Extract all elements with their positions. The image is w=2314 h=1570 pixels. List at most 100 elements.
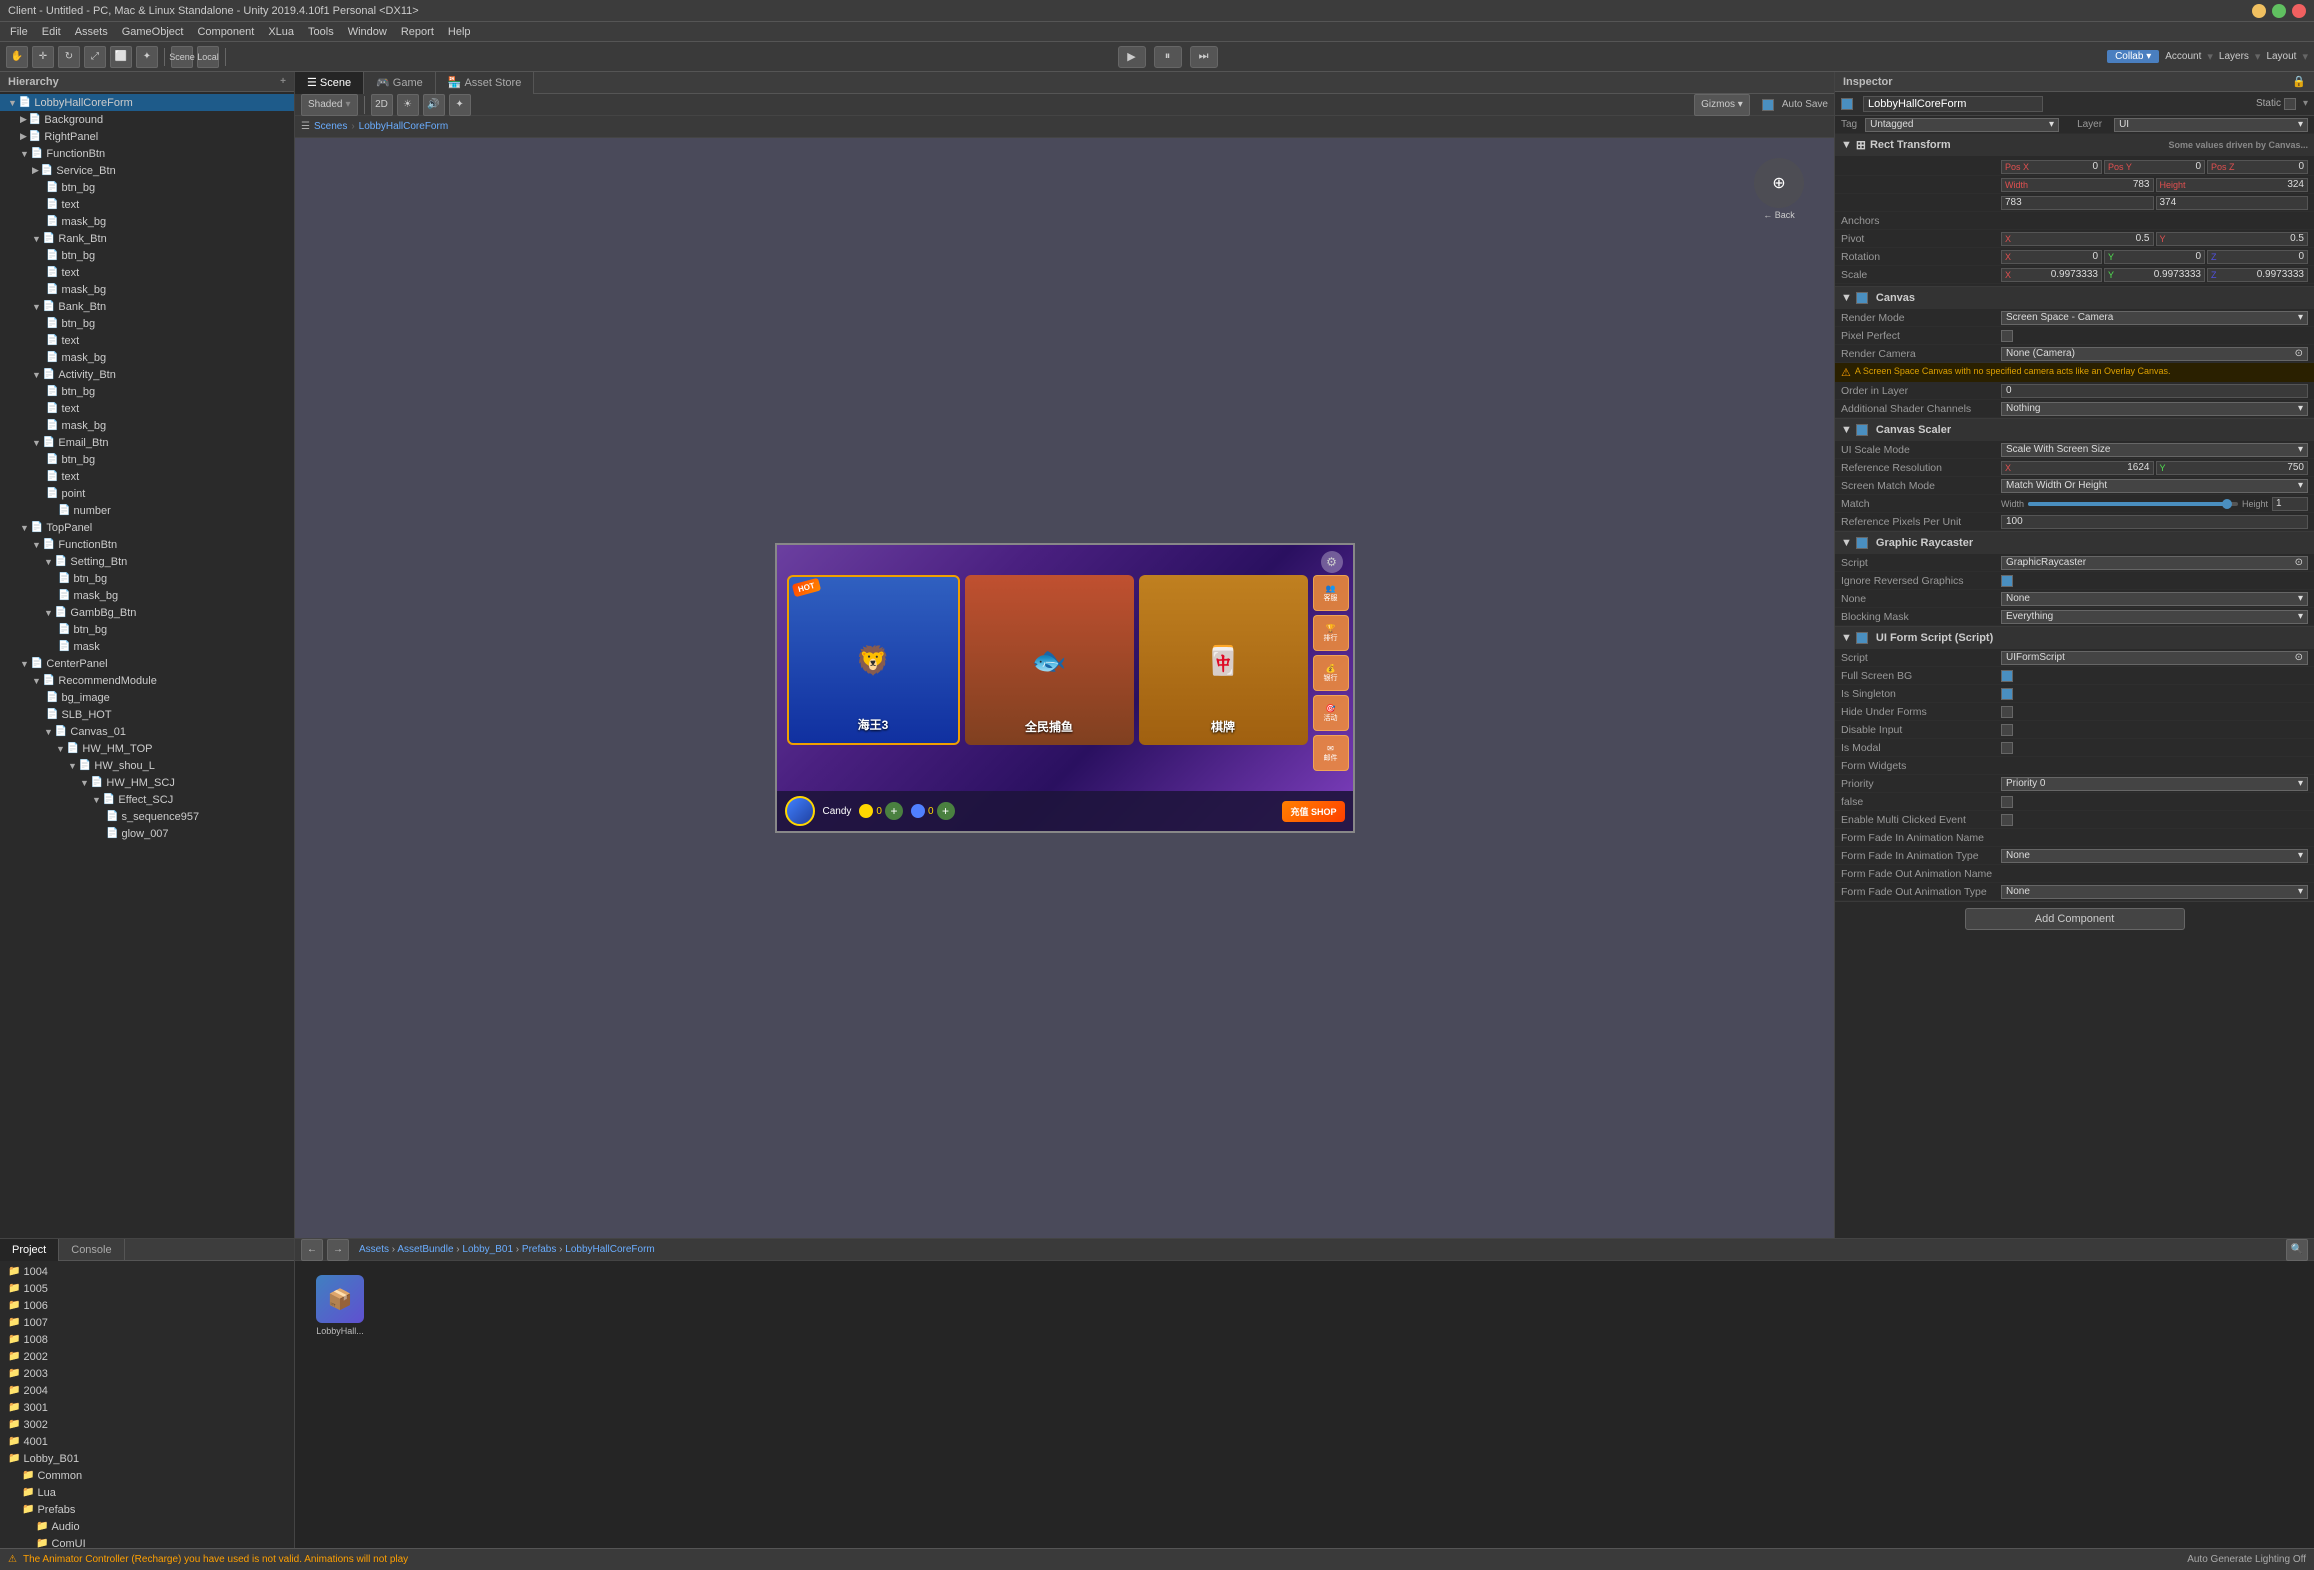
hierarchy-item-18[interactable]: 📄text: [0, 400, 294, 417]
hierarchy-item-0[interactable]: ▼📄LobbyHallCoreForm: [0, 94, 294, 111]
hierarchy-item-12[interactable]: ▼📄Bank_Btn: [0, 298, 294, 315]
raycaster-script-dropdown[interactable]: GraphicRaycaster ⊙: [2001, 556, 2308, 570]
ui-scale-mode-dropdown[interactable]: Scale With Screen Size ▾: [2001, 443, 2308, 457]
coin-add-btn[interactable]: +: [885, 802, 903, 820]
play-button[interactable]: ▶: [1118, 46, 1146, 68]
pixel-perfect-checkbox[interactable]: [2001, 330, 2013, 342]
always-keep-visible-checkbox[interactable]: [2001, 796, 2013, 808]
scene-view[interactable]: ⊕ ← Back ⚙ 👥客服 🏆排行 💰: [295, 138, 1834, 1238]
hierarchy-item-30[interactable]: ▼📄GambBg_Btn: [0, 604, 294, 621]
project-tree-item-16[interactable]: 📁ComUI: [0, 1535, 294, 1548]
hierarchy-item-31[interactable]: 📄btn_bg: [0, 621, 294, 638]
gameobj-name-input[interactable]: [1863, 96, 2043, 112]
bc-assets[interactable]: Assets: [359, 1244, 389, 1255]
right-icon-2[interactable]: 🏆排行: [1313, 615, 1349, 651]
canvas-scaler-enabled[interactable]: [1856, 424, 1868, 436]
hierarchy-item-8[interactable]: ▼📄Rank_Btn: [0, 230, 294, 247]
toolbar-transform-scale[interactable]: ⤢: [84, 46, 106, 68]
tab-game[interactable]: 🎮 Game: [364, 72, 436, 94]
render-mode-dropdown[interactable]: Screen Space - Camera ▾: [2001, 311, 2308, 325]
toolbar-transform-rotate[interactable]: ↻: [58, 46, 80, 68]
menu-assets[interactable]: Assets: [69, 26, 114, 38]
uiform-script-dropdown[interactable]: UIFormScript ⊙: [2001, 651, 2308, 665]
right-icon-4[interactable]: 🎯活动: [1313, 695, 1349, 731]
hierarchy-item-32[interactable]: 📄mask: [0, 638, 294, 655]
toolbar-transform-hand[interactable]: ✋: [6, 46, 28, 68]
multi-click-checkbox[interactable]: [2001, 814, 2013, 826]
disable-input-checkbox[interactable]: [2001, 724, 2013, 736]
file-item-lobbyhall[interactable]: 📦 LobbyHall...: [305, 1271, 375, 1340]
project-tree-item-11[interactable]: 📁Lobby_B01: [0, 1450, 294, 1467]
tab-project[interactable]: Project: [0, 1239, 59, 1261]
step-button[interactable]: ⏭: [1190, 46, 1218, 68]
project-tree[interactable]: 📁1004📁1005📁1006📁1007📁1008📁2002📁2003📁2004…: [0, 1261, 294, 1548]
hierarchy-item-10[interactable]: 📄text: [0, 264, 294, 281]
minimize-btn[interactable]: [2252, 4, 2266, 18]
hierarchy-item-23[interactable]: 📄point: [0, 485, 294, 502]
menu-reporter[interactable]: Report: [395, 26, 440, 38]
pause-button[interactable]: ⏸: [1154, 46, 1182, 68]
posY-full-field[interactable]: 374: [2156, 196, 2309, 210]
effects-btn[interactable]: ✦: [449, 94, 471, 116]
match-slider-track[interactable]: [2028, 502, 2238, 506]
right-icon-5[interactable]: ✉邮件: [1313, 735, 1349, 771]
hierarchy-item-26[interactable]: ▼📄FunctionBtn: [0, 536, 294, 553]
match-value-input[interactable]: [2272, 497, 2308, 511]
project-tree-item-9[interactable]: 📁3002: [0, 1416, 294, 1433]
project-tree-item-0[interactable]: 📁1004: [0, 1263, 294, 1280]
hierarchy-item-33[interactable]: ▼📄CenterPanel: [0, 655, 294, 672]
hierarchy-item-41[interactable]: ▼📄Effect_SCJ: [0, 791, 294, 808]
graphic-raycaster-header[interactable]: ▼ Graphic Raycaster: [1835, 532, 2314, 554]
singleton-checkbox[interactable]: [2001, 688, 2013, 700]
render-camera-dropdown[interactable]: None (Camera) ⊙: [2001, 347, 2308, 361]
pivot-x[interactable]: X 0.5: [2001, 232, 2154, 246]
breadcrumb-scenes[interactable]: Scenes: [314, 121, 347, 132]
gem-add-btn[interactable]: +: [937, 802, 955, 820]
auto-save-checkbox[interactable]: [1762, 99, 1774, 111]
layer-dropdown[interactable]: UI ▾: [2114, 118, 2308, 132]
hierarchy-item-3[interactable]: ▼📄FunctionBtn: [0, 145, 294, 162]
project-tree-item-4[interactable]: 📁1008: [0, 1331, 294, 1348]
width-field[interactable]: Width 783: [2001, 178, 2154, 192]
pivot-y[interactable]: Y 0.5: [2156, 232, 2309, 246]
audio-btn[interactable]: 🔊: [423, 94, 445, 116]
game-settings-icon[interactable]: ⚙: [1321, 551, 1343, 573]
rot-x[interactable]: X0: [2001, 250, 2102, 264]
pos-z-field[interactable]: Pos Z 0: [2207, 160, 2308, 174]
menu-gameobject[interactable]: GameObject: [116, 26, 190, 38]
scale-y[interactable]: Y0.9973333: [2104, 268, 2205, 282]
menu-tools[interactable]: Tools: [302, 26, 340, 38]
2d-btn[interactable]: 2D: [371, 94, 393, 116]
hierarchy-item-6[interactable]: 📄text: [0, 196, 294, 213]
menu-help[interactable]: Help: [442, 26, 477, 38]
scene-orientation-gizmo[interactable]: ⊕: [1754, 158, 1804, 208]
game-card-3[interactable]: 🀄 棋牌: [1139, 575, 1308, 745]
tab-scene[interactable]: ☰ Scene: [295, 72, 364, 94]
collab-button[interactable]: Collab ▾: [2107, 50, 2159, 63]
hierarchy-item-15[interactable]: 📄mask_bg: [0, 349, 294, 366]
gizmos-btn[interactable]: Gizmos ▾: [1694, 94, 1750, 116]
tag-dropdown[interactable]: Untagged ▾: [1865, 118, 2059, 132]
priority-dropdown[interactable]: Priority 0 ▾: [2001, 777, 2308, 791]
hierarchy-item-17[interactable]: 📄btn_bg: [0, 383, 294, 400]
hierarchy-item-4[interactable]: ▶📄Service_Btn: [0, 162, 294, 179]
hierarchy-content[interactable]: ▼📄LobbyHallCoreForm▶📄Background▶📄RightPa…: [0, 92, 294, 1238]
lighting-btn[interactable]: ☀: [397, 94, 419, 116]
toolbar-transform-rect[interactable]: ⬜: [110, 46, 132, 68]
hierarchy-item-21[interactable]: 📄btn_bg: [0, 451, 294, 468]
pos-x-field[interactable]: Pos X 0: [2001, 160, 2102, 174]
toolbar-local[interactable]: Local: [197, 46, 219, 68]
bc-form[interactable]: LobbyHallCoreForm: [565, 1244, 654, 1255]
hierarchy-item-37[interactable]: ▼📄Canvas_01: [0, 723, 294, 740]
scale-x[interactable]: X0.9973333: [2001, 268, 2102, 282]
uiform-script-header[interactable]: ▼ UI Form Script (Script): [1835, 627, 2314, 649]
menu-xlua[interactable]: XLua: [262, 26, 300, 38]
screen-match-dropdown[interactable]: Match Width Or Height ▾: [2001, 479, 2308, 493]
project-tree-item-5[interactable]: 📁2002: [0, 1348, 294, 1365]
menu-file[interactable]: File: [4, 26, 34, 38]
close-btn[interactable]: [2292, 4, 2306, 18]
hierarchy-item-39[interactable]: ▼📄HW_shou_L: [0, 757, 294, 774]
shader-channels-dropdown[interactable]: Nothing▾: [2001, 402, 2308, 416]
bc-assetbundle[interactable]: AssetBundle: [397, 1244, 453, 1255]
project-tree-item-15[interactable]: 📁Audio: [0, 1518, 294, 1535]
